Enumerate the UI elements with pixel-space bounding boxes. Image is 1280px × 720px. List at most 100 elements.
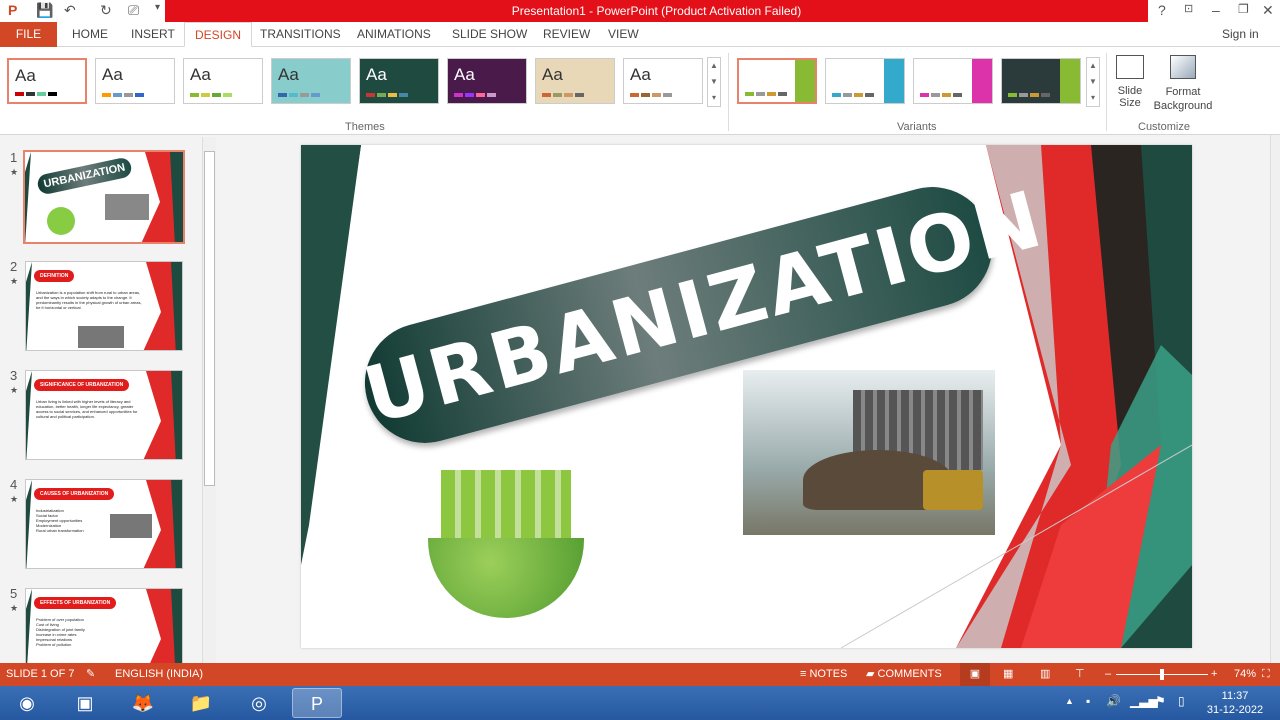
redo-icon[interactable]: ↻ bbox=[100, 2, 112, 19]
file-explorer-icon[interactable]: 📁 bbox=[176, 688, 226, 718]
tab-insert[interactable]: INSERT bbox=[121, 22, 185, 47]
format-background-label: Format Background bbox=[1153, 86, 1213, 112]
clock[interactable]: 11:37 31-12-2022 bbox=[1200, 689, 1270, 717]
theme-option[interactable]: Aa bbox=[359, 58, 439, 104]
network-icon[interactable]: ▁▃▅ bbox=[1130, 694, 1158, 708]
variants-group-label: Variants bbox=[897, 121, 937, 133]
notes-button[interactable]: ≡ NOTES bbox=[800, 663, 847, 686]
theme-option[interactable]: Aa bbox=[7, 58, 87, 104]
spell-check-icon[interactable]: ✎ bbox=[86, 663, 95, 686]
slide-number: 5 bbox=[10, 586, 18, 601]
chrome-icon[interactable]: ◎ bbox=[234, 688, 284, 718]
battery-icon[interactable]: ▯ bbox=[1178, 694, 1185, 708]
theme-sample-text: Aa bbox=[542, 65, 563, 84]
theme-option[interactable]: Aa bbox=[271, 58, 351, 104]
show-hidden-icons[interactable]: ▲ bbox=[1065, 696, 1074, 706]
slide-sorter-icon[interactable]: ▦ bbox=[1003, 663, 1013, 686]
undo-icon[interactable]: ↶ bbox=[64, 2, 76, 19]
thumb-title: EFFECTS OF URBANIZATION bbox=[34, 597, 117, 609]
tab-file[interactable]: FILE bbox=[0, 22, 57, 47]
zoom-out-button[interactable]: – bbox=[1105, 663, 1111, 686]
minimize-button[interactable]: – bbox=[1212, 2, 1220, 18]
format-background-button[interactable]: Format Background bbox=[1150, 53, 1216, 113]
save-icon[interactable]: 💾 bbox=[36, 2, 53, 19]
animation-star-icon: ★ bbox=[10, 276, 19, 286]
theme-option[interactable]: Aa bbox=[95, 58, 175, 104]
slide-size-label: Slide Size bbox=[1117, 85, 1143, 109]
tab-view[interactable]: VIEW bbox=[598, 22, 649, 47]
ribbon-display-icon[interactable]: ⊡ bbox=[1184, 2, 1193, 15]
slideshow-view-icon[interactable]: ⊤ bbox=[1075, 663, 1085, 686]
theme-sample-text: Aa bbox=[190, 65, 211, 84]
bulldozer-cartoon-image[interactable] bbox=[743, 370, 995, 535]
tab-slide-show[interactable]: SLIDE SHOW bbox=[442, 22, 537, 47]
animation-star-icon: ★ bbox=[10, 385, 19, 395]
theme-option[interactable]: Aa bbox=[623, 58, 703, 104]
variant-option[interactable] bbox=[737, 58, 817, 104]
slide-thumbnail-4[interactable]: CAUSES OF URBANIZATION Industrialization S… bbox=[25, 479, 183, 569]
theme-sample-text: Aa bbox=[102, 65, 123, 84]
window-title: Presentation1 - PowerPoint (Product Acti… bbox=[165, 0, 1148, 22]
variant-option[interactable] bbox=[1001, 58, 1081, 104]
slide-number: 3 bbox=[10, 368, 18, 383]
ribbon: Aa Aa Aa Aa Aa Aa Aa Aa ▲ ▼ ▾ Themes ▲ ▼ ▾ Variants… bbox=[0, 47, 1280, 135]
tab-transitions[interactable]: TRANSITIONS bbox=[250, 22, 351, 47]
slide-counter: SLIDE 1 OF 7 bbox=[6, 668, 75, 680]
close-button[interactable]: ✕ bbox=[1262, 2, 1274, 19]
editor-scrollbar[interactable] bbox=[1270, 135, 1280, 663]
zoom-in-button[interactable]: + bbox=[1211, 663, 1217, 686]
tab-home[interactable]: HOME bbox=[62, 22, 118, 47]
slide-thumbnail-3[interactable]: SIGNIFICANCE OF URBANIZATION Urban living… bbox=[25, 370, 183, 460]
green-city-globe-image[interactable] bbox=[426, 430, 586, 620]
comments-button[interactable]: ▰ COMMENTS bbox=[866, 663, 942, 686]
slide-thumbnail-1[interactable]: URBANIZATION bbox=[23, 150, 185, 244]
firefox-icon[interactable]: 🦊 bbox=[118, 688, 168, 718]
action-center-flag-icon[interactable]: ⚑ bbox=[1155, 694, 1166, 708]
theme-option[interactable]: Aa bbox=[447, 58, 527, 104]
restore-button[interactable]: ❐ bbox=[1238, 2, 1249, 16]
slide-number: 2 bbox=[10, 259, 18, 274]
animation-star-icon: ★ bbox=[10, 494, 19, 504]
clock-date: 31-12-2022 bbox=[1206, 704, 1264, 716]
tab-design[interactable]: DESIGN bbox=[184, 22, 253, 47]
tab-review[interactable]: REVIEW bbox=[533, 22, 600, 47]
variant-option[interactable] bbox=[825, 58, 905, 104]
thumb-list-item: Problem of pollution bbox=[36, 642, 72, 647]
thumbnail-scrollbar[interactable] bbox=[202, 137, 216, 663]
customize-qat-icon[interactable]: ▾ bbox=[155, 2, 160, 13]
slide-thumbnail-2[interactable]: DEFINITION Urbanization is a population s… bbox=[25, 261, 183, 351]
start-button[interactable]: ◉ bbox=[2, 688, 52, 718]
clock-time: 11:37 bbox=[1221, 690, 1249, 702]
theme-option[interactable]: Aa bbox=[183, 58, 263, 104]
start-slideshow-icon[interactable]: ⎚ bbox=[128, 2, 139, 19]
tray-app-icon[interactable]: ▪ bbox=[1086, 694, 1090, 708]
reading-view-icon[interactable]: ▥ bbox=[1040, 663, 1050, 686]
slide-size-icon bbox=[1116, 55, 1144, 79]
themes-group-label: Themes bbox=[345, 121, 385, 133]
theme-sample-text: Aa bbox=[454, 65, 475, 84]
taskbar-media-icon[interactable]: ▣ bbox=[60, 688, 110, 718]
variant-option[interactable] bbox=[913, 58, 993, 104]
thumb-list: Problem of over population Cost of living… bbox=[36, 617, 144, 647]
zoom-level[interactable]: 74% bbox=[1234, 663, 1256, 686]
animation-star-icon: ★ bbox=[10, 603, 19, 613]
thumb-body: Urban living is linked with higher level… bbox=[36, 399, 138, 419]
sign-in-link[interactable]: Sign in bbox=[1212, 22, 1269, 47]
powerpoint-taskbar-icon[interactable]: P bbox=[292, 688, 342, 718]
volume-icon[interactable]: 🔊 bbox=[1106, 694, 1121, 708]
status-bar: SLIDE 1 OF 7 ✎ ENGLISH (INDIA) ≡ NOTES ▰… bbox=[0, 663, 1280, 686]
powerpoint-logo-icon: P bbox=[8, 2, 18, 18]
comments-label: COMMENTS bbox=[877, 668, 942, 680]
fit-slide-icon[interactable]: ⛶ bbox=[1262, 663, 1270, 686]
variants-gallery-scroll[interactable]: ▲ ▼ ▾ bbox=[1086, 57, 1100, 107]
zoom-slider[interactable] bbox=[1116, 669, 1208, 680]
tab-animations[interactable]: ANIMATIONS bbox=[347, 22, 441, 47]
slide-canvas[interactable]: URBANIZATION bbox=[301, 145, 1192, 648]
language-indicator[interactable]: ENGLISH (INDIA) bbox=[115, 663, 203, 686]
normal-view-icon[interactable]: ▣ bbox=[960, 663, 990, 686]
help-button[interactable]: ? bbox=[1158, 2, 1166, 18]
themes-gallery-scroll[interactable]: ▲ ▼ ▾ bbox=[707, 57, 721, 107]
notes-label: NOTES bbox=[809, 668, 848, 680]
theme-option[interactable]: Aa bbox=[535, 58, 615, 104]
slide-size-button[interactable]: Slide Size bbox=[1110, 53, 1150, 109]
